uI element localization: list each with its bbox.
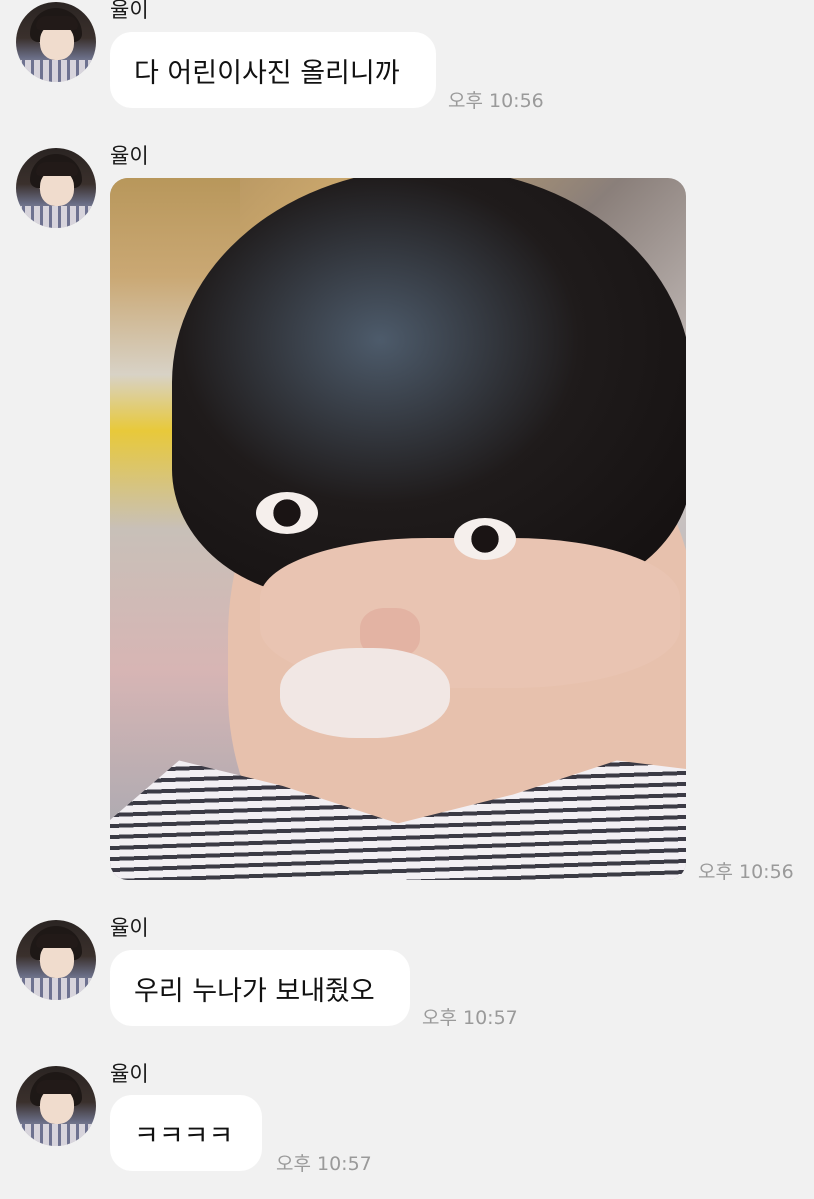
sender-avatar[interactable] <box>16 1066 96 1146</box>
sender-avatar[interactable] <box>16 2 96 82</box>
message-bubble[interactable]: ㅋㅋㅋㅋ <box>110 1095 262 1171</box>
message-bubble[interactable]: 다 어린이사진 올리니까 <box>110 32 436 108</box>
sender-name[interactable]: 율이 <box>110 0 149 24</box>
message-time: 오후 10:57 <box>422 1007 518 1029</box>
message-photo[interactable] <box>110 178 686 880</box>
message-time: 오후 10:56 <box>448 90 544 112</box>
sender-name[interactable]: 율이 <box>110 1058 149 1088</box>
message-time: 오후 10:56 <box>698 861 794 883</box>
message-bubble[interactable]: 우리 누나가 보내줬오 <box>110 950 410 1026</box>
message-time: 오후 10:57 <box>276 1153 372 1175</box>
sender-avatar[interactable] <box>16 148 96 228</box>
sender-name[interactable]: 율이 <box>110 140 149 170</box>
sender-avatar[interactable] <box>16 920 96 1000</box>
sender-name[interactable]: 율이 <box>110 912 149 942</box>
